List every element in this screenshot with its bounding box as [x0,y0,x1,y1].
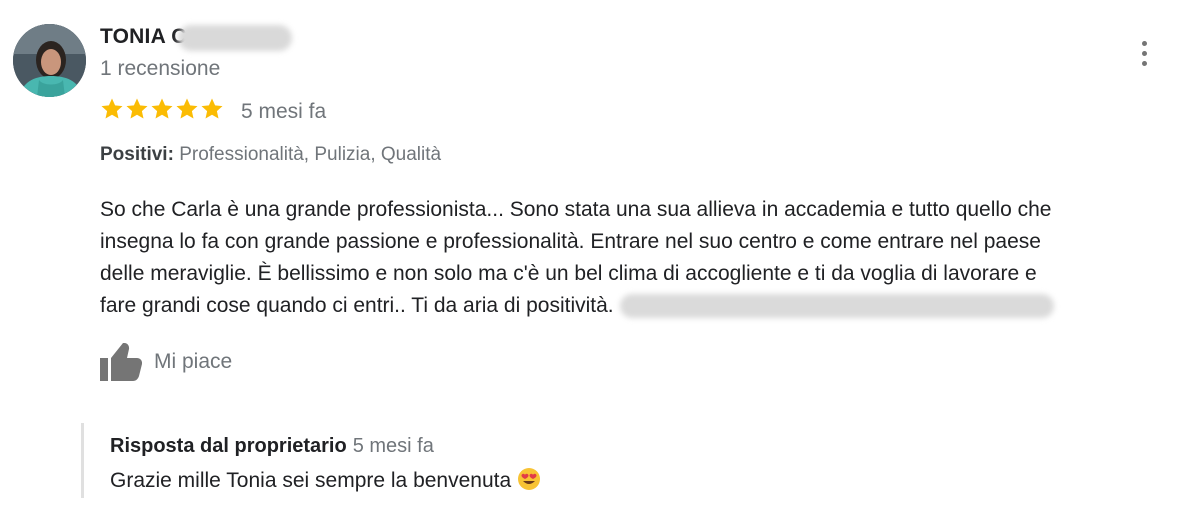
thumbs-up-icon [100,343,142,381]
text-redaction [619,294,1054,319]
star-icon [126,98,148,119]
review-card: TONIA C 1 recensione 5 mesi fa Positivi:… [0,0,1200,519]
menu-dot [1142,61,1147,66]
like-label: Mi piace [154,350,233,373]
owner-reply-body: Grazie mille Tonia sei sempre la benvenu… [110,467,541,497]
star-icon [201,98,223,119]
review-text-line: delle meraviglie. È bellissimo e non sol… [100,262,1037,285]
more-options-icon[interactable] [1131,36,1159,72]
owner-reply-date: 5 mesi fa [352,435,434,457]
review-text-line: So che Carla è una grande professionista… [100,198,1052,221]
star-icon [151,98,173,119]
author-name[interactable]: TONIA C [100,25,187,49]
review-text-line: insegna lo fa con grande passione e prof… [100,230,1041,253]
menu-dot [1142,51,1147,56]
positives-label: Positivi: [100,144,174,165]
owner-reply-text: Grazie mille Tonia sei sempre la benvenu… [110,469,512,492]
review-text-last-segment: fare grandi cose quando ci entri.. Ti da… [100,294,614,317]
review-text: So che Carla è una grande professionista… [100,194,1190,322]
owner-reply-header: Risposta dal proprietario 5 mesi fa [110,435,434,458]
review-date: 5 mesi fa [241,100,327,123]
review-count[interactable]: 1 recensione [100,57,220,81]
name-redaction [178,25,292,51]
like-button[interactable]: Mi piace [100,342,232,382]
heart-eyes-emoji [517,467,541,497]
star-rating [100,97,225,125]
review-text-line-last: fare grandi cose quando ci entri.. Ti da… [100,290,1190,322]
owner-reply: Risposta dal proprietario 5 mesi fa Grazi… [81,423,684,498]
avatar[interactable] [13,24,86,97]
owner-reply-title: Risposta dal proprietario [110,435,347,457]
avatar-photo-icon [13,24,86,97]
star-icon [101,98,123,119]
star-icon [176,98,198,119]
positives-values: Professionalità, Pulizia, Qualità [179,144,442,165]
positives-row: Positivi: Professionalità, Pulizia, Qual… [100,144,441,166]
menu-dot [1142,41,1147,46]
